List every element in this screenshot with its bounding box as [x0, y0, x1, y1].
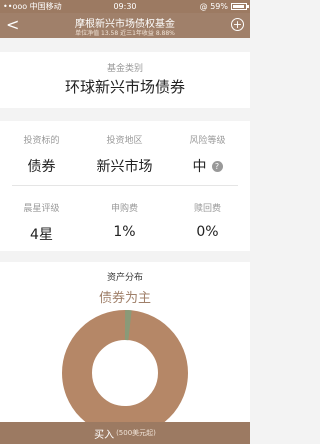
- attr-investment-target: 投资标的 债券: [0, 133, 83, 176]
- buy-label: 买入: [94, 429, 115, 441]
- status-time: 09:30: [113, 2, 137, 11]
- asset-distribution-card: 资产分布 债券为主: [0, 262, 250, 436]
- attr-value: 4星: [30, 227, 53, 243]
- attr-label: 赎回费: [193, 204, 221, 214]
- asset-distribution-subtitle: 债券为主: [98, 291, 151, 306]
- fund-category-label: 基金类别: [106, 64, 143, 74]
- fund-category-card: 基金类别 环球新兴市场债券: [0, 52, 250, 108]
- risk-level-value: 中: [192, 159, 207, 175]
- attr-morningstar-rating: 晨星评级 4星: [0, 201, 83, 244]
- asset-distribution-title: 资产分布: [106, 273, 143, 283]
- status-bar: ••ooo 中国移动 09:30 @ 59%: [0, 0, 250, 13]
- attr-label: 申购费: [110, 204, 138, 214]
- asset-donut-chart: [62, 310, 188, 436]
- plus-icon: +: [232, 18, 243, 31]
- attr-value: 0%: [196, 224, 219, 240]
- attr-label: 风险等级: [189, 136, 226, 146]
- attr-label: 晨星评级: [23, 204, 60, 214]
- attr-subscription-fee: 申购费 1%: [83, 201, 166, 240]
- attr-redemption-fee: 赎回费 0%: [166, 201, 249, 240]
- attr-label: 投资标的: [23, 136, 60, 146]
- attr-value: 债券: [27, 159, 56, 175]
- attr-risk-level: 风险等级 中?: [166, 133, 249, 176]
- attr-investment-region: 投资地区 新兴市场: [83, 133, 166, 176]
- attr-label: 投资地区: [106, 136, 143, 146]
- page-subtitle: 单位净值 13.58 近三1年收益 8.88%: [75, 30, 175, 37]
- battery-icon: [231, 3, 249, 10]
- divider: [12, 185, 238, 186]
- fund-category-value: 环球新兴市场债券: [64, 78, 185, 96]
- header: < 摩根新兴市场债权基金 单位净值 13.58 近三1年收益 8.88% +: [0, 13, 250, 38]
- attr-value: 1%: [113, 224, 136, 240]
- help-icon[interactable]: ?: [211, 161, 223, 172]
- buy-button[interactable]: 买入 (500美元起): [0, 422, 250, 444]
- buy-minimum: (500美元起): [116, 429, 156, 437]
- fund-attributes-grid: 投资标的 债券 投资地区 新兴市场 风险等级 中? 晨星评级 4星 申购费 1%…: [0, 121, 250, 251]
- attr-value: 新兴市场: [96, 159, 153, 175]
- add-button[interactable]: +: [231, 18, 244, 31]
- attr-value: 中?: [166, 156, 249, 176]
